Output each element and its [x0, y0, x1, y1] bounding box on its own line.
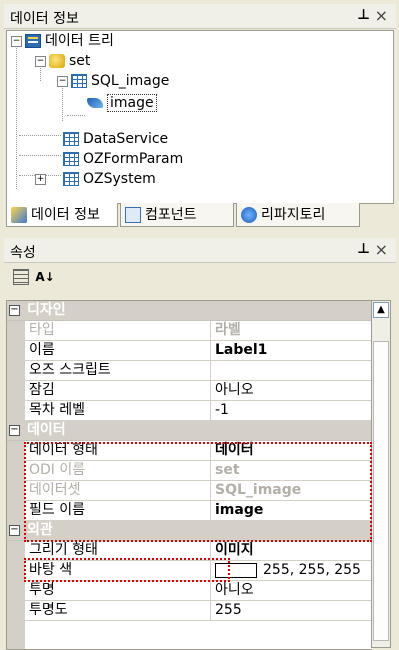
tree-item-sql-image[interactable]: SQL_image [71, 71, 169, 91]
tab-repository[interactable]: 리파지토리 [236, 203, 360, 227]
tree-root-icon [25, 34, 41, 48]
prop-row-odi-name[interactable]: ODI 이름 set [7, 461, 372, 481]
prop-row-name[interactable]: 이름 Label1 [7, 341, 372, 361]
collapse-toggle[interactable]: − [9, 425, 20, 436]
tree-item-set[interactable]: set [49, 51, 90, 71]
pin-icon[interactable]: ⊥ [357, 241, 370, 257]
category-data[interactable]: − 데이터 [7, 421, 372, 441]
prop-row-transparent[interactable]: 투명 아니오 [7, 581, 372, 601]
tree-item-ozsystem[interactable]: OZSystem [63, 169, 156, 189]
grid-icon [63, 172, 79, 186]
props-panel-header: 속성 ⊥ × [4, 238, 396, 263]
repository-icon [241, 207, 257, 223]
color-swatch [215, 562, 257, 578]
tab-component[interactable]: 컴포넌트 [120, 203, 234, 227]
background-color-value[interactable]: 255, 255, 255 [215, 561, 361, 580]
prop-row-background-color[interactable]: 바탕 색 255, 255, 255 [7, 561, 372, 581]
grid-icon [63, 152, 79, 166]
prop-row-locked[interactable]: 잠김 아니오 [7, 381, 372, 401]
props-toolbar: A↓ [6, 264, 392, 292]
data-tree: − 데이터 트리 − set − SQL_image image DataSer… [6, 30, 394, 204]
scroll-up-icon[interactable]: ▲ [373, 302, 389, 318]
property-grid: − 디자인 타입 라벨 이름 Label1 오즈 스크립트 잠김 아니오 목차 … [6, 300, 372, 650]
prop-row-type[interactable]: 타입 라벨 [7, 321, 372, 341]
sql-image-collapse-toggle[interactable]: − [57, 76, 68, 87]
close-icon[interactable]: × [375, 240, 388, 259]
collapse-toggle[interactable]: − [9, 305, 20, 316]
prop-row-toc-level[interactable]: 목차 레벨 -1 [7, 401, 372, 421]
grid-icon [71, 74, 87, 88]
data-panel-tabs: 데이터 정보 컴포넌트 리파지토리 [6, 203, 392, 229]
data-panel-header: 데이터 정보 ⊥ × [4, 4, 396, 29]
tree-item-data-tree[interactable]: 데이터 트리 [25, 31, 114, 51]
prop-row-opacity[interactable]: 투명도 255 [7, 601, 372, 621]
category-appearance[interactable]: − 외관 [7, 521, 372, 541]
tree-collapse-toggle[interactable]: − [11, 36, 22, 47]
grid-icon [63, 132, 79, 146]
ozsystem-expand-toggle[interactable]: + [35, 174, 46, 185]
tree-item-image[interactable]: image [87, 93, 157, 113]
property-grid-scrollbar[interactable]: ▲ [371, 300, 391, 648]
tree-item-ozformparam[interactable]: OZFormParam [63, 149, 183, 169]
scrollbar-thumb[interactable] [373, 341, 389, 641]
dataset-icon [49, 54, 65, 68]
prop-row-field-name[interactable]: 필드 이름 image [7, 501, 372, 521]
prop-row-draw-type[interactable]: 그리기 형태 이미지 [7, 541, 372, 561]
tree-item-dataservice[interactable]: DataService [63, 129, 168, 149]
props-panel-title: 속성 [10, 245, 36, 261]
tab-data-info[interactable]: 데이터 정보 [6, 203, 118, 227]
close-icon[interactable]: × [375, 6, 388, 25]
category-design[interactable]: − 디자인 [7, 301, 372, 321]
component-icon [125, 207, 141, 223]
data-panel-title: 데이터 정보 [10, 11, 79, 27]
prop-row-oz-script[interactable]: 오즈 스크립트 [7, 361, 372, 381]
prop-row-dataset[interactable]: 데이터셋 SQL_image [7, 481, 372, 501]
categorized-icon[interactable] [10, 266, 32, 288]
field-icon [87, 98, 103, 108]
pin-icon[interactable]: ⊥ [357, 7, 370, 23]
designer-panels: 데이터 정보 ⊥ × − 데이터 트리 − set − SQL_image im… [0, 0, 399, 650]
set-collapse-toggle[interactable]: − [35, 56, 46, 67]
data-info-icon [11, 207, 27, 223]
sort-az-icon[interactable]: A↓ [34, 266, 56, 288]
prop-row-data-type[interactable]: 데이터 형태 데이터 [7, 441, 372, 461]
collapse-toggle[interactable]: − [9, 525, 20, 536]
